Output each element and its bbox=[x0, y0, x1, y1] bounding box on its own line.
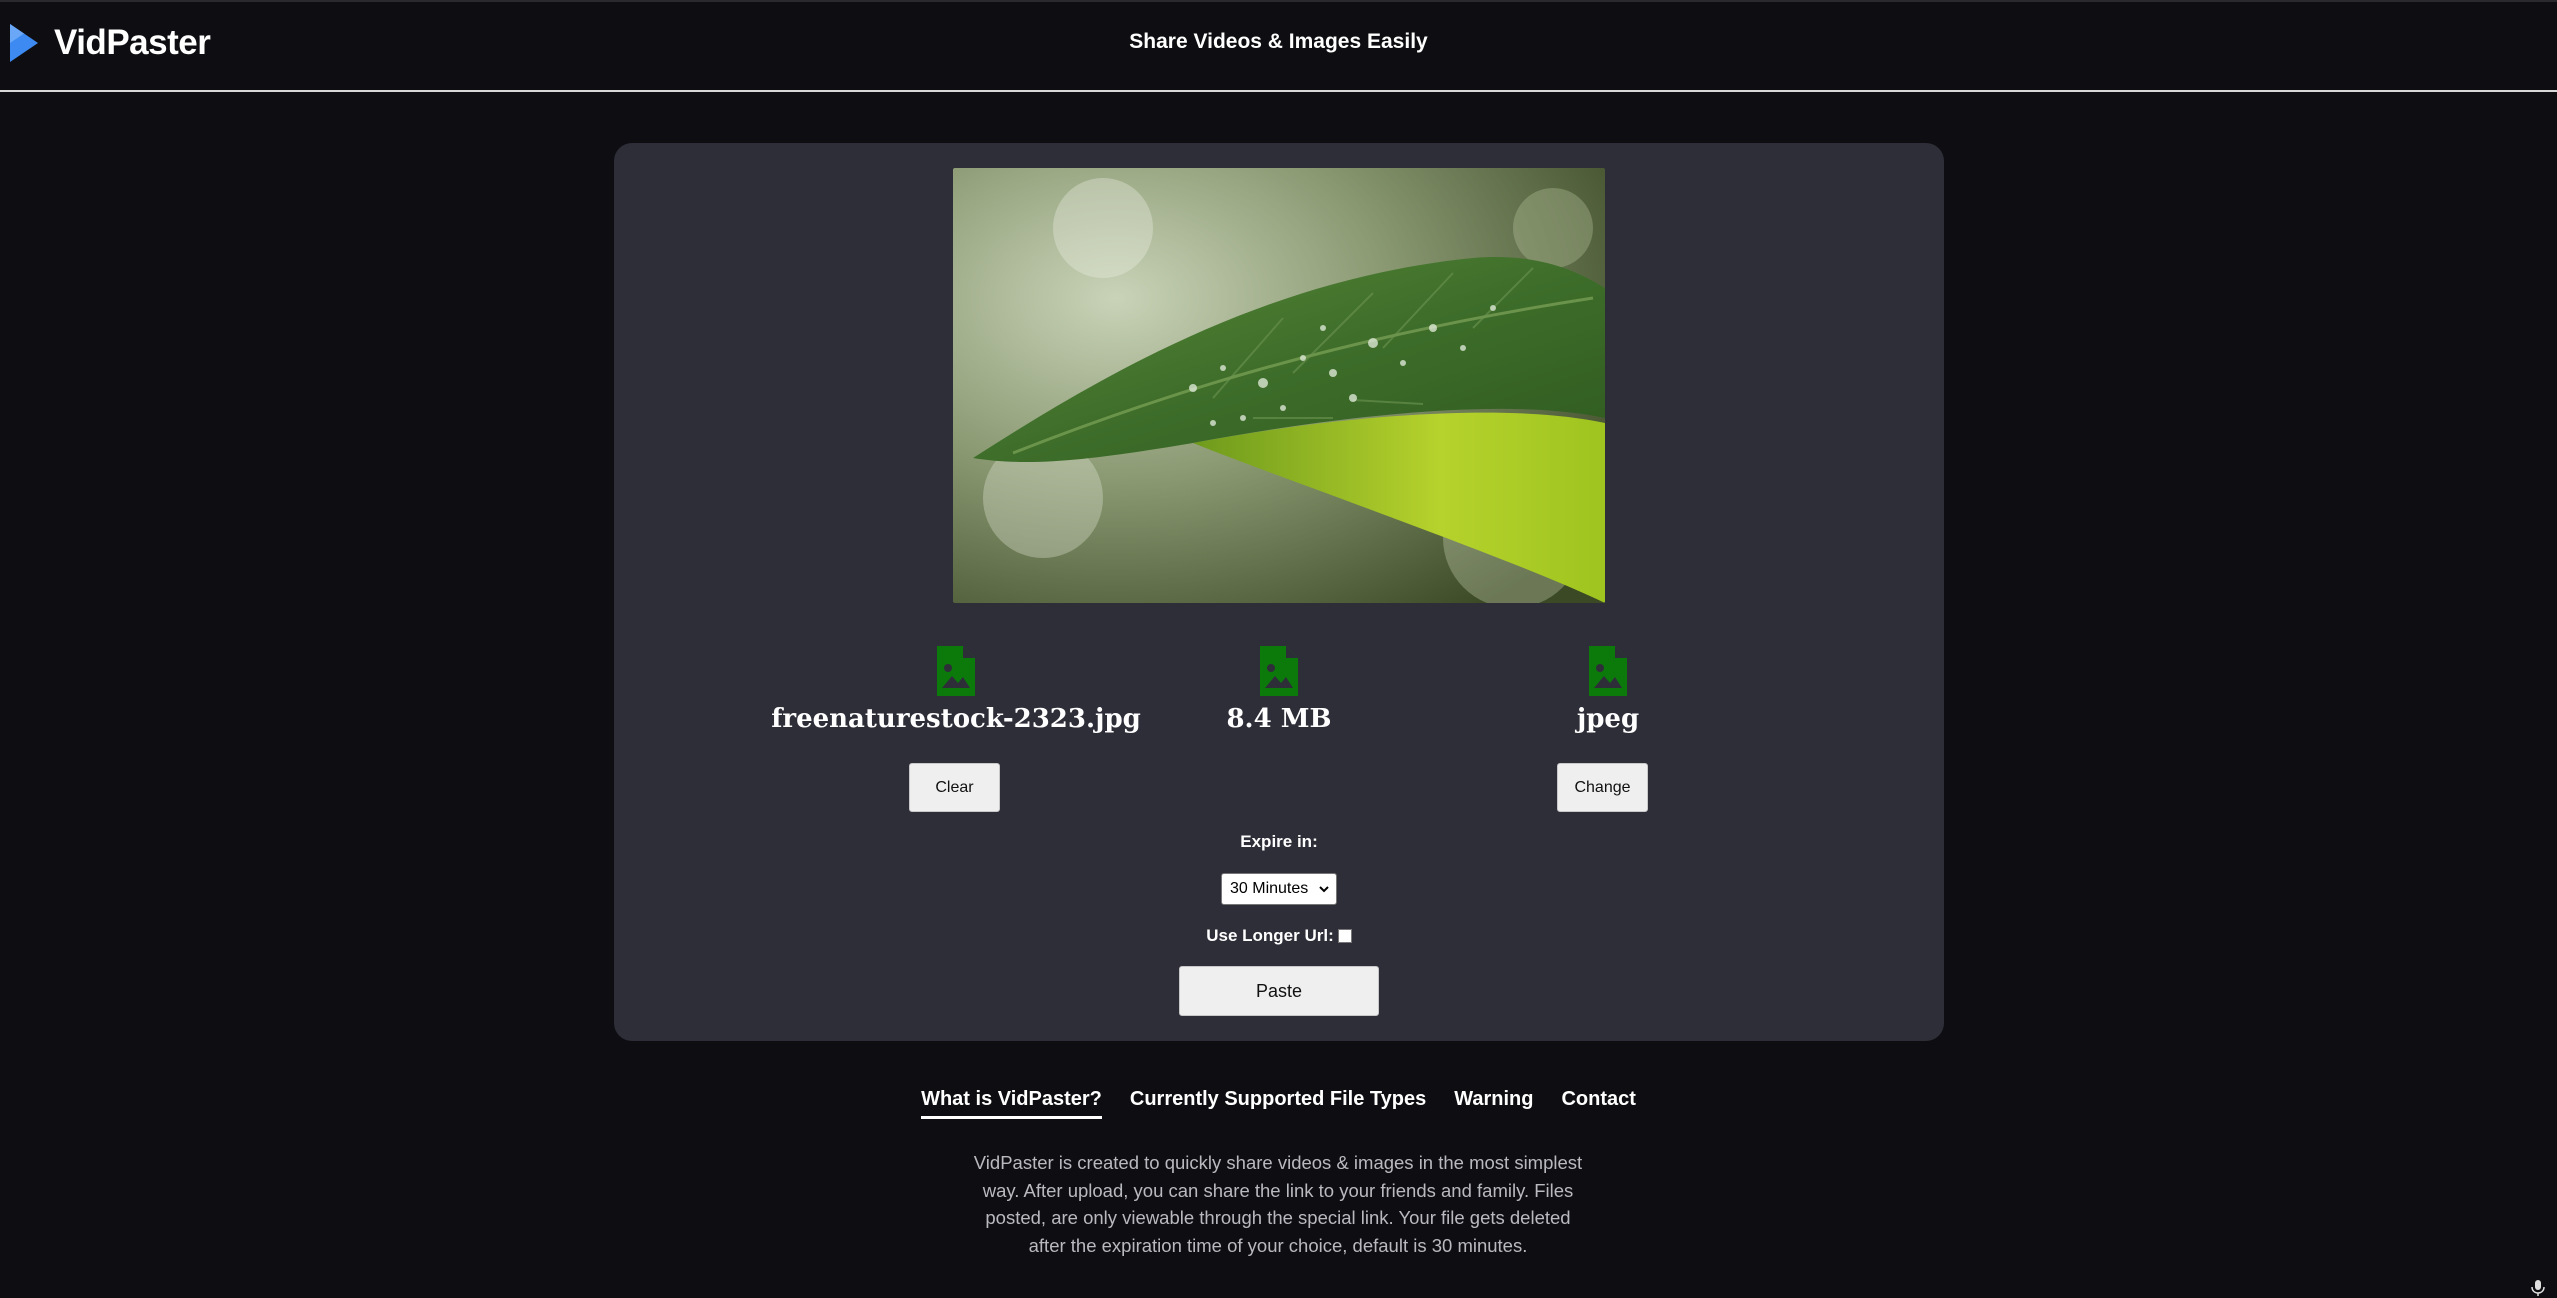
info-tabs: What is VidPaster? Currently Supported Fi… bbox=[0, 1088, 2557, 1119]
longer-url-row: Use Longer Url: bbox=[614, 926, 1944, 946]
expire-label: Expire in: bbox=[1240, 832, 1318, 851]
longer-url-checkbox[interactable] bbox=[1337, 929, 1352, 943]
top-header: VidPaster Share Videos & Images Easily bbox=[0, 0, 2557, 92]
about-description: VidPaster is created to quickly share vi… bbox=[973, 1152, 1583, 1256]
tab-contact[interactable]: Contact bbox=[1561, 1088, 1635, 1116]
file-type: jpeg bbox=[1576, 704, 1640, 734]
tab-supported-file-types[interactable]: Currently Supported File Types bbox=[1130, 1088, 1426, 1116]
file-image-icon bbox=[937, 646, 975, 696]
clear-button[interactable]: Clear bbox=[909, 763, 1000, 812]
expire-select[interactable]: 30 Minutes bbox=[1221, 873, 1337, 905]
chevron-down-icon bbox=[1319, 886, 1329, 893]
file-image-icon bbox=[1260, 646, 1298, 696]
file-type-stat: jpeg bbox=[1408, 646, 1808, 734]
longer-url-label: Use Longer Url: bbox=[1206, 926, 1334, 945]
change-button[interactable]: Change bbox=[1557, 763, 1648, 812]
microphone-icon[interactable] bbox=[2531, 1280, 2545, 1296]
tagline: Share Videos & Images Easily bbox=[1129, 30, 1428, 53]
image-preview bbox=[953, 168, 1605, 603]
paste-button[interactable]: Paste bbox=[1179, 966, 1379, 1016]
file-image-icon bbox=[1589, 646, 1627, 696]
tab-what-is-vidpaster[interactable]: What is VidPaster? bbox=[921, 1088, 1102, 1119]
upload-card: freenaturestock-2323.jpg 8.4 MB jpeg Cle… bbox=[614, 143, 1944, 1041]
expire-select-value: 30 Minutes bbox=[1230, 880, 1309, 897]
tab-warning[interactable]: Warning bbox=[1454, 1088, 1533, 1116]
